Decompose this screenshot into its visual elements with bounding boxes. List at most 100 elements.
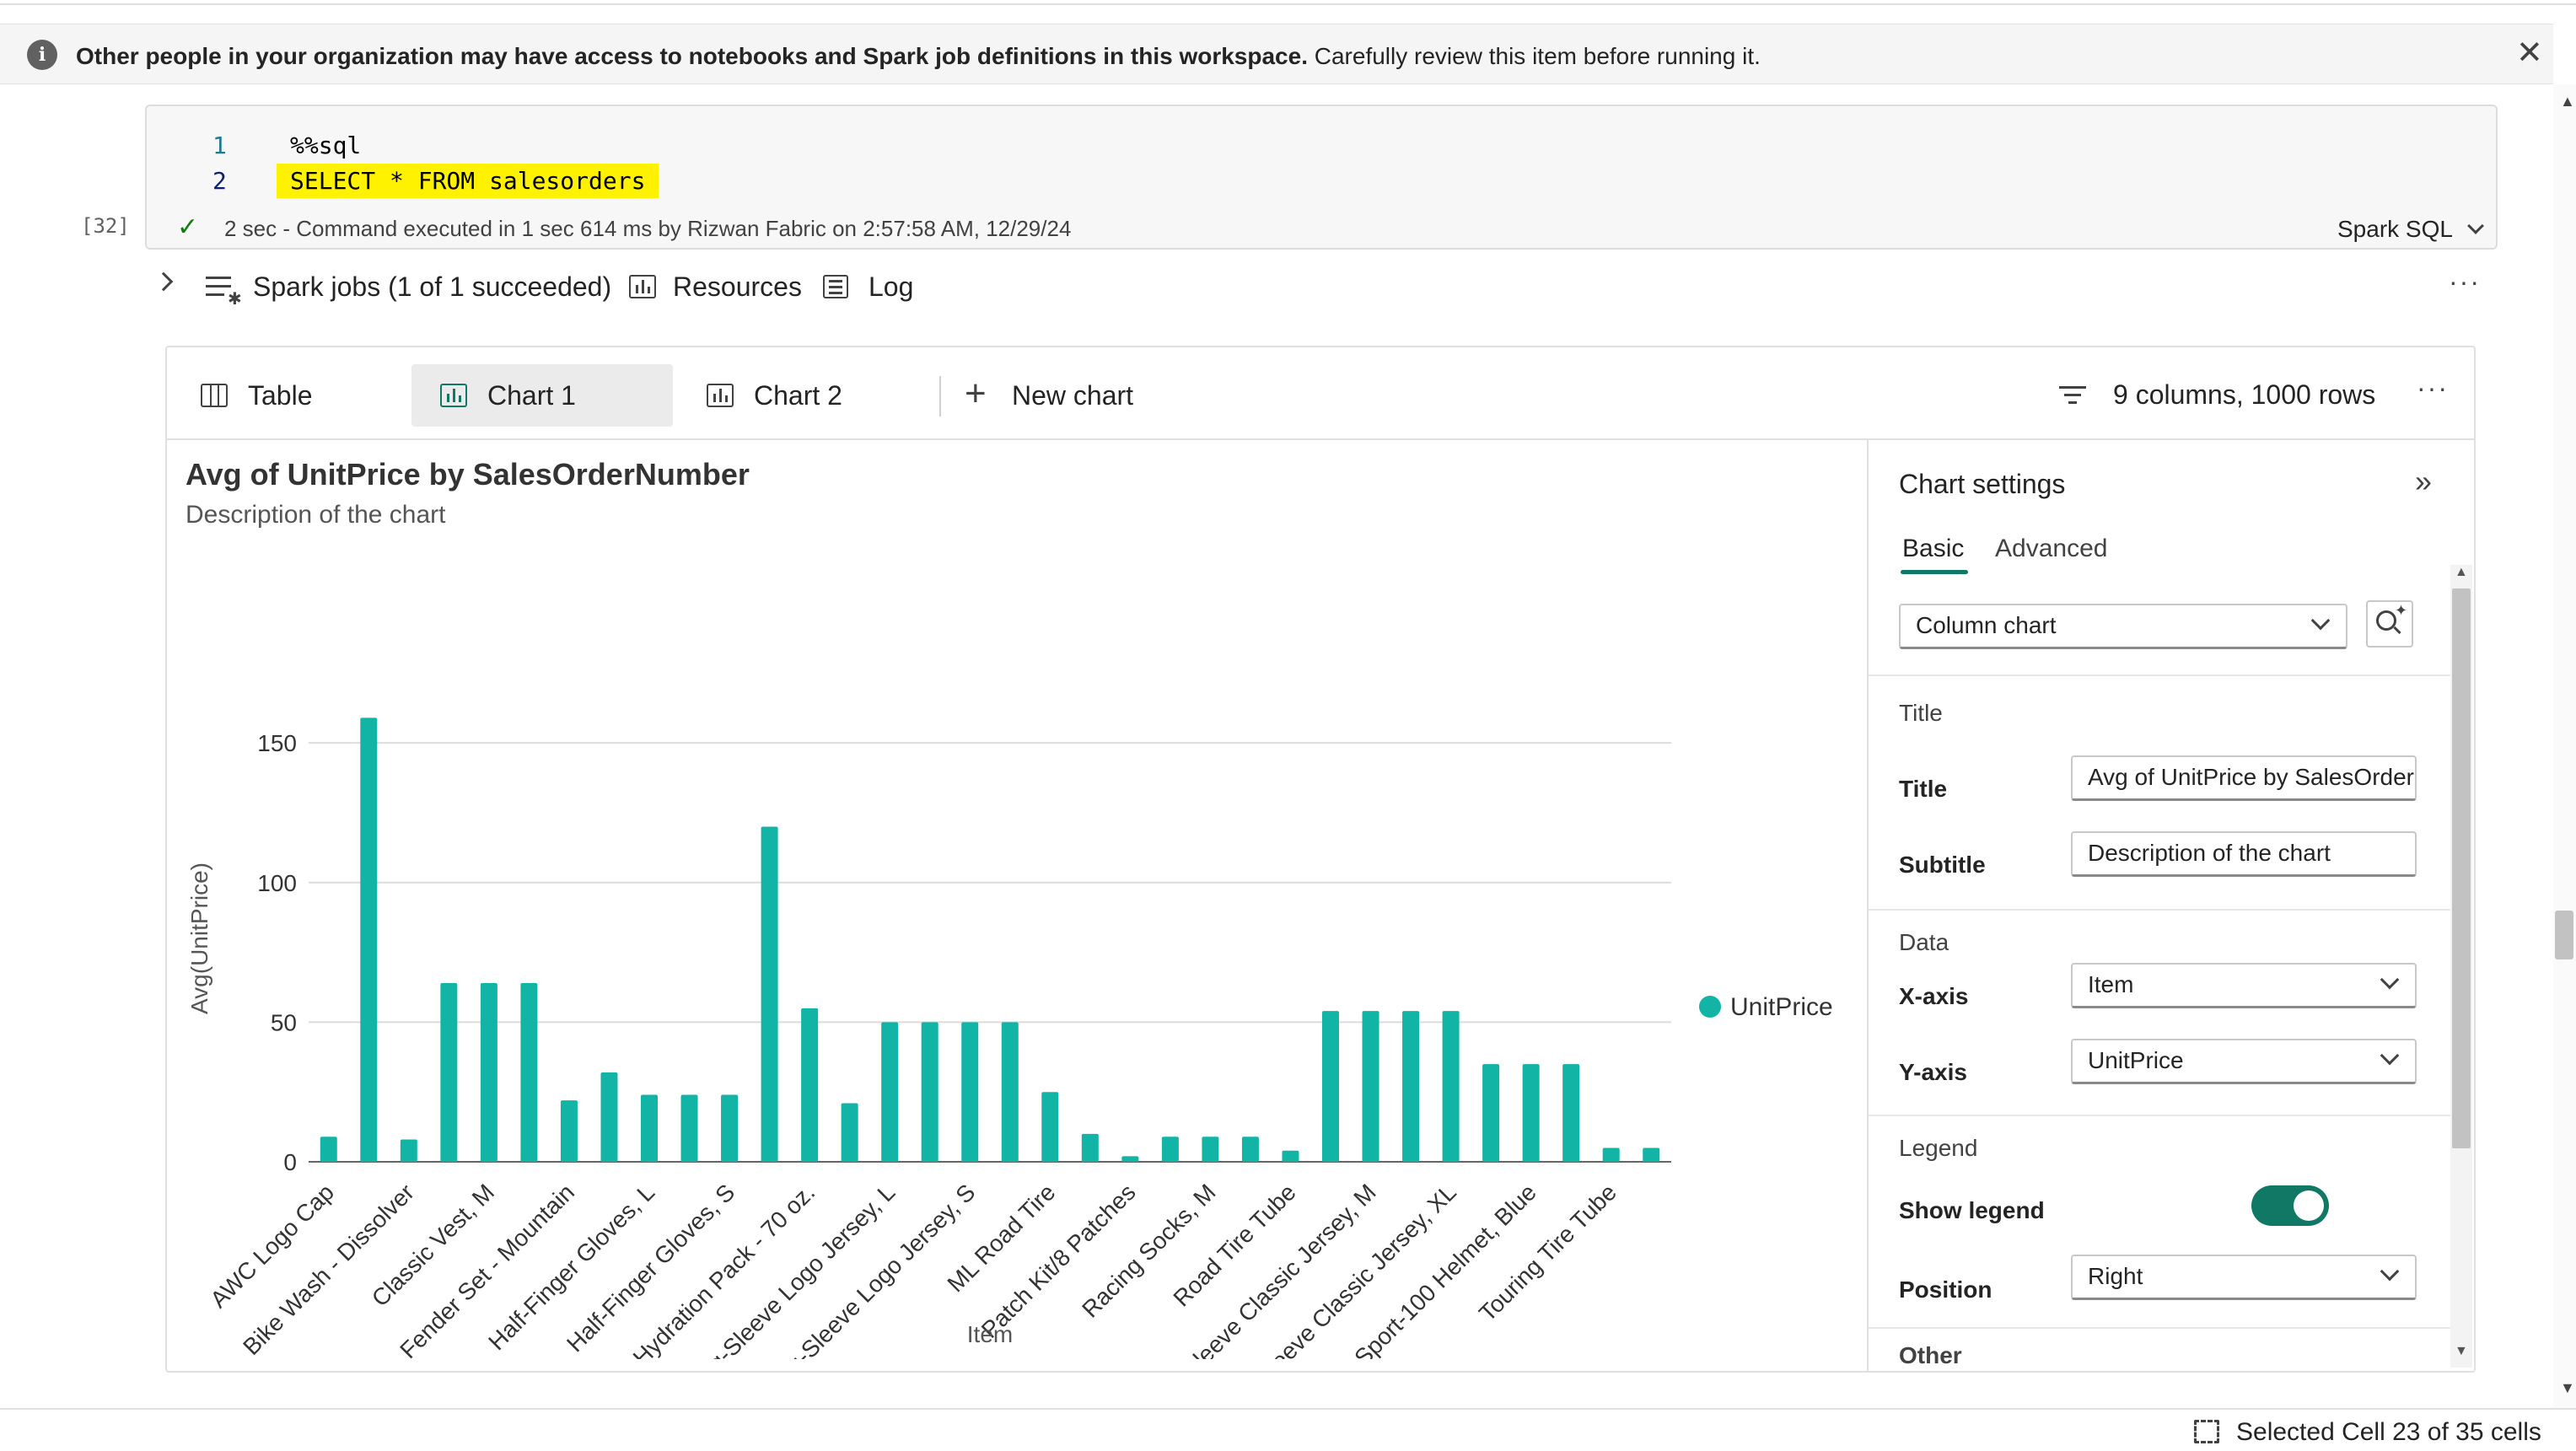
close-icon[interactable]: ✕: [2516, 36, 2543, 70]
scroll-down-icon[interactable]: ▼: [2560, 1379, 2575, 1397]
bar: [360, 717, 378, 1162]
spark-jobs-icon: ✱: [206, 275, 242, 309]
language-selector[interactable]: Spark SQL: [2337, 216, 2484, 243]
scrollbar-thumb[interactable]: [2555, 911, 2573, 959]
status-bar: Selected Cell 23 of 35 cells: [0, 1408, 2576, 1451]
bar: [1522, 1064, 1540, 1162]
bar: [641, 1094, 658, 1162]
tab-table[interactable]: Table: [172, 364, 400, 427]
title-input[interactable]: Avg of UnitPrice by SalesOrderl: [2071, 755, 2417, 801]
bar: [680, 1094, 698, 1162]
chart-type-select[interactable]: Column chart: [1899, 604, 2347, 649]
subtitle-input[interactable]: Description of the chart: [2071, 831, 2417, 877]
banner-message: Other people in your organization may ha…: [76, 43, 1761, 69]
tab-advanced[interactable]: Advanced: [1995, 535, 2107, 563]
bar: [1482, 1064, 1500, 1162]
bar: [721, 1094, 739, 1162]
chart-subtitle: Description of the chart: [186, 501, 446, 529]
output-panel: Table Chart 1 Chart 2 + New chart 9 colu…: [165, 346, 2476, 1373]
group-data-label: Data: [1899, 929, 1949, 955]
bar: [560, 1100, 578, 1162]
tab-divider: [939, 376, 941, 416]
show-legend-label: Show legend: [1899, 1197, 2045, 1223]
info-icon: i: [27, 40, 57, 70]
line-number: 2: [212, 167, 227, 195]
scroll-up-icon[interactable]: ▲: [2455, 565, 2468, 580]
bar: [1241, 1137, 1259, 1162]
bar: [1602, 1147, 1620, 1162]
view-tabs: Table Chart 1 Chart 2 + New chart 9 colu…: [167, 347, 2474, 440]
xaxis-select[interactable]: Item: [2071, 963, 2417, 1008]
info-banner: i Other people in your organization may …: [0, 24, 2553, 84]
bar: [1402, 1011, 1420, 1162]
bar: [1282, 1150, 1299, 1162]
more-options-icon[interactable]: ···: [2449, 266, 2481, 298]
bar: [761, 826, 778, 1162]
y-axis-title: Avg(UnitPrice): [186, 863, 212, 1014]
bar: [1121, 1156, 1139, 1162]
line-number: 1: [212, 132, 227, 159]
spark-jobs-link[interactable]: Spark jobs (1 of 1 succeeded): [253, 271, 611, 303]
chevron-down-icon: [2310, 610, 2331, 631]
code-line[interactable]: %%sql: [290, 132, 361, 159]
notebook-scrollbar[interactable]: ▲ ▼: [2553, 84, 2576, 1408]
title-label: Title: [1899, 776, 1948, 802]
y-tick-label: 150: [257, 730, 297, 756]
top-edge: [0, 0, 2576, 5]
settings-scrollbar[interactable]: ▲ ▼: [2450, 565, 2472, 1368]
y-tick-label: 0: [283, 1149, 297, 1175]
x-tick-label: Racing Socks, M: [1077, 1179, 1220, 1322]
log-link[interactable]: Log: [869, 271, 913, 303]
column-chart: 050100150AWC Logo CapBike Wash - Dissolv…: [186, 717, 1833, 1359]
chart-title: Avg of UnitPrice by SalesOrderNumber: [186, 457, 750, 492]
scroll-up-icon[interactable]: ▲: [2560, 93, 2575, 110]
legend-label: UnitPrice: [1730, 993, 1833, 1021]
chart-settings-pane: Chart settings » Basic Advanced Column c…: [1867, 440, 2474, 1371]
group-legend-label: Legend: [1899, 1135, 1978, 1161]
legend-position-select[interactable]: Right: [2071, 1255, 2417, 1300]
execution-status: 2 sec - Command executed in 1 sec 614 ms…: [224, 216, 1072, 241]
bar: [440, 983, 458, 1162]
divider: [1869, 1115, 2459, 1116]
code-line-highlighted[interactable]: SELECT * FROM salesorders: [277, 164, 659, 198]
bar: [400, 1139, 417, 1162]
more-options-icon[interactable]: ···: [2417, 373, 2449, 404]
tab-chart-1[interactable]: Chart 1: [411, 364, 673, 427]
active-tab-indicator: [1901, 570, 1968, 574]
bar: [1322, 1011, 1339, 1162]
bar: [1001, 1022, 1019, 1162]
bar: [1161, 1137, 1179, 1162]
yaxis-label: Y-axis: [1899, 1059, 1967, 1085]
chevron-down-icon: [2380, 1045, 2400, 1066]
ai-suggest-button[interactable]: ✦: [2366, 600, 2413, 648]
tab-basic[interactable]: Basic: [1902, 535, 1964, 563]
bar: [520, 983, 538, 1162]
x-tick-label: Patch Kit/8 Patches: [976, 1179, 1141, 1343]
bar: [1362, 1011, 1379, 1162]
resources-icon: [629, 275, 656, 298]
collapse-pane-icon[interactable]: »: [2415, 466, 2432, 497]
x-tick-label: Touring Tire Tube: [1474, 1179, 1621, 1326]
tab-chart-2[interactable]: Chart 2: [678, 364, 931, 427]
chevron-down-icon: [2380, 1261, 2400, 1282]
expand-chevron-icon[interactable]: [153, 271, 174, 292]
group-title-label: Title: [1899, 700, 1943, 726]
execution-count: [32]: [81, 214, 130, 238]
x-axis-title: Item: [967, 1321, 1013, 1347]
bar: [1081, 1133, 1099, 1162]
position-label: Position: [1899, 1276, 1993, 1303]
resources-link[interactable]: Resources: [673, 271, 802, 303]
data-summary: 9 columns, 1000 rows: [2113, 379, 2376, 410]
y-tick-label: 100: [257, 870, 297, 896]
code-cell[interactable]: 1 %%sql 2 SELECT * FROM salesorders ✓ 2 …: [145, 105, 2498, 250]
show-legend-toggle[interactable]: [2251, 1185, 2329, 1226]
chevron-down-icon: [2380, 970, 2400, 990]
filter-icon[interactable]: [2059, 383, 2086, 408]
bar-chart-icon: [440, 384, 467, 407]
new-chart-button[interactable]: + New chart: [965, 364, 1218, 427]
scroll-down-icon[interactable]: ▼: [2455, 1344, 2468, 1359]
scrollbar-thumb[interactable]: [2452, 588, 2471, 1148]
subtitle-label: Subtitle: [1899, 852, 1986, 878]
group-other-label: Other: [1899, 1342, 1962, 1368]
yaxis-select[interactable]: UnitPrice: [2071, 1039, 2417, 1084]
